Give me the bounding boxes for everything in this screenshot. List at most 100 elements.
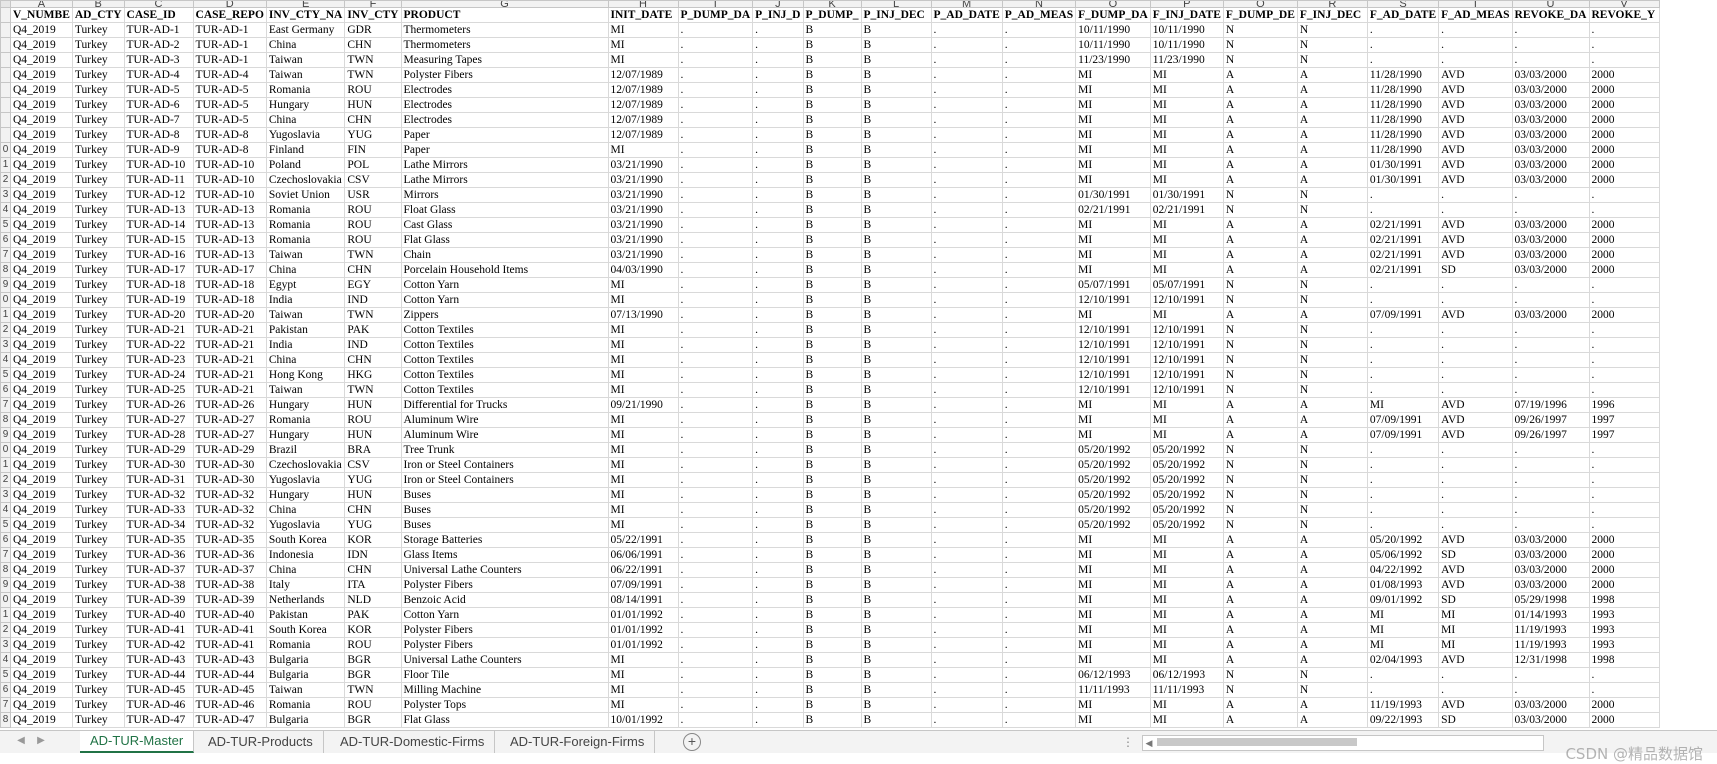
table-cell[interactable]: TUR-AD-3 xyxy=(123,52,194,68)
table-cell[interactable]: A xyxy=(1222,172,1298,188)
table-cell[interactable]: MI xyxy=(607,277,679,293)
table-cell[interactable]: 03/21/1990 xyxy=(607,157,679,173)
table-cell[interactable]: TUR-AD-44 xyxy=(192,667,267,683)
table-cell[interactable]: . xyxy=(752,367,804,383)
table-cell[interactable]: . xyxy=(1511,322,1590,338)
table-cell[interactable]: . xyxy=(1588,472,1660,488)
table-cell[interactable]: B xyxy=(802,232,862,248)
table-cell[interactable]: . xyxy=(1511,457,1590,473)
table-cell[interactable]: Polyster Tops xyxy=(400,697,609,713)
table-cell[interactable]: 01/30/1991 xyxy=(1366,157,1440,173)
table-cell[interactable]: 2000 xyxy=(1588,157,1660,173)
table-cell[interactable]: . xyxy=(752,112,804,128)
table-cell[interactable]: . xyxy=(677,262,754,278)
table-cell[interactable]: IND xyxy=(344,337,402,353)
table-cell[interactable]: 03/21/1990 xyxy=(607,202,679,218)
table-cell[interactable]: B xyxy=(802,292,862,308)
table-cell[interactable]: . xyxy=(752,187,804,203)
table-cell[interactable]: . xyxy=(752,412,804,428)
table-cell[interactable]: MI xyxy=(1149,157,1224,173)
table-cell[interactable]: TUR-AD-18 xyxy=(123,277,194,293)
table-cell[interactable]: N xyxy=(1296,352,1368,368)
table-cell[interactable]: . xyxy=(1511,52,1590,68)
table-cell[interactable]: Polyster Fibers xyxy=(400,637,609,653)
table-cell[interactable]: B xyxy=(802,112,862,128)
table-cell[interactable]: 2000 xyxy=(1588,532,1660,548)
table-cell[interactable]: . xyxy=(1366,187,1440,203)
table-cell[interactable]: N xyxy=(1296,202,1368,218)
table-cell[interactable]: India xyxy=(265,337,346,353)
header-cell[interactable]: REVOKE_DA xyxy=(1511,7,1590,23)
table-cell[interactable]: B xyxy=(802,667,862,683)
table-cell[interactable]: Hungary xyxy=(265,97,346,113)
table-cell[interactable]: 2000 xyxy=(1588,112,1660,128)
row-number[interactable]: 4 xyxy=(0,352,11,368)
table-cell[interactable]: Turkey xyxy=(71,82,125,98)
table-cell[interactable]: 12/10/1991 xyxy=(1075,382,1151,398)
table-cell[interactable]: . xyxy=(930,472,1003,488)
table-cell[interactable]: Electrodes xyxy=(400,82,609,98)
table-cell[interactable]: N xyxy=(1296,322,1368,338)
header-cell[interactable]: P_DUMP_DA xyxy=(677,7,754,23)
table-cell[interactable]: N xyxy=(1222,337,1298,353)
table-cell[interactable]: 01/30/1991 xyxy=(1075,187,1151,203)
table-cell[interactable]: AVD xyxy=(1438,67,1513,83)
table-cell[interactable]: MI xyxy=(607,382,679,398)
table-cell[interactable]: CHN xyxy=(344,262,402,278)
table-cell[interactable]: ROU xyxy=(344,82,402,98)
table-cell[interactable]: B xyxy=(860,502,932,518)
table-cell[interactable]: Bulgaria xyxy=(265,652,346,668)
table-cell[interactable]: 2000 xyxy=(1588,577,1660,593)
table-cell[interactable]: . xyxy=(1366,277,1440,293)
table-cell[interactable]: 02/21/1991 xyxy=(1366,262,1440,278)
column-letter-r[interactable]: R xyxy=(1296,0,1368,8)
table-cell[interactable]: . xyxy=(1511,382,1590,398)
table-cell[interactable]: 05/20/1992 xyxy=(1075,502,1151,518)
table-cell[interactable]: 11/19/1993 xyxy=(1511,622,1590,638)
table-cell[interactable]: B xyxy=(860,457,932,473)
table-cell[interactable]: B xyxy=(860,517,932,533)
table-cell[interactable]: TUR-AD-31 xyxy=(123,472,194,488)
table-cell[interactable]: 08/14/1991 xyxy=(607,592,679,608)
table-cell[interactable]: A xyxy=(1296,307,1368,323)
table-cell[interactable]: 01/14/1993 xyxy=(1511,607,1590,623)
table-cell[interactable]: Q4_2019 xyxy=(10,67,73,83)
table-cell[interactable]: . xyxy=(1001,127,1077,143)
table-cell[interactable]: 11/28/1990 xyxy=(1366,97,1440,113)
table-cell[interactable]: TUR-AD-15 xyxy=(123,232,194,248)
table-cell[interactable]: MI xyxy=(1075,307,1151,323)
table-cell[interactable]: B xyxy=(860,112,932,128)
table-cell[interactable]: . xyxy=(930,487,1003,503)
table-cell[interactable]: 2000 xyxy=(1588,217,1660,233)
table-cell[interactable]: MI xyxy=(1075,697,1151,713)
table-cell[interactable]: B xyxy=(860,472,932,488)
table-cell[interactable]: 07/09/1991 xyxy=(607,577,679,593)
table-cell[interactable]: 03/03/2000 xyxy=(1511,307,1590,323)
add-sheet-icon[interactable]: + xyxy=(683,733,701,751)
table-cell[interactable]: B xyxy=(802,457,862,473)
table-cell[interactable]: . xyxy=(1001,412,1077,428)
table-cell[interactable]: A xyxy=(1222,427,1298,443)
row-number[interactable]: 9 xyxy=(0,427,11,443)
table-cell[interactable]: Paper xyxy=(400,127,609,143)
table-cell[interactable]: N xyxy=(1296,457,1368,473)
table-cell[interactable]: . xyxy=(1001,202,1077,218)
row-number[interactable]: 6 xyxy=(0,232,11,248)
table-cell[interactable]: 05/20/1992 xyxy=(1149,442,1224,458)
column-letter-d[interactable]: D xyxy=(192,0,267,8)
table-cell[interactable]: . xyxy=(1438,502,1513,518)
table-cell[interactable]: A xyxy=(1296,652,1368,668)
table-cell[interactable]: 12/10/1991 xyxy=(1149,382,1224,398)
table-cell[interactable]: TUR-AD-28 xyxy=(123,427,194,443)
table-cell[interactable]: B xyxy=(860,22,932,38)
table-cell[interactable]: B xyxy=(860,172,932,188)
table-cell[interactable]: Netherlands xyxy=(265,592,346,608)
table-cell[interactable]: MI xyxy=(607,457,679,473)
table-cell[interactable]: POL xyxy=(344,157,402,173)
table-cell[interactable]: . xyxy=(930,97,1003,113)
table-cell[interactable]: 1993 xyxy=(1588,637,1660,653)
table-cell[interactable]: Turkey xyxy=(71,187,125,203)
table-cell[interactable]: TUR-AD-39 xyxy=(123,592,194,608)
table-cell[interactable]: Q4_2019 xyxy=(10,607,73,623)
table-cell[interactable]: TWN xyxy=(344,52,402,68)
